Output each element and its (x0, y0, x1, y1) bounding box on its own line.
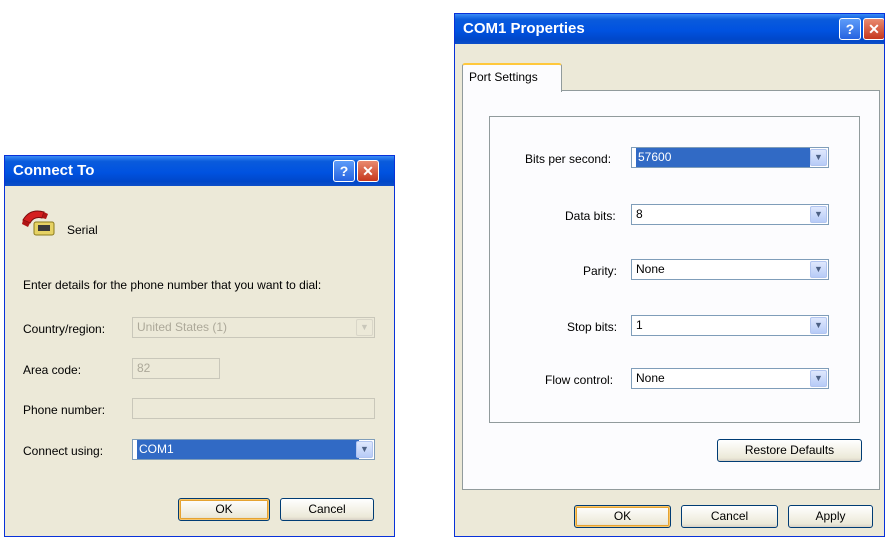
chevron-down-icon[interactable]: ▼ (810, 149, 827, 166)
connect-to-title-bar[interactable]: Connect To ? ✕ (5, 156, 394, 186)
ok-button[interactable]: OK (178, 498, 270, 521)
com1-properties-dialog: COM1 Properties ? ✕ Port Settings Bits p… (454, 13, 885, 537)
country-select[interactable]: United States (1) ▼ (132, 317, 375, 338)
bits-per-second-value: 57600 (636, 148, 810, 167)
bits-per-second-select[interactable]: 57600 ▼ (631, 147, 829, 168)
cancel-button[interactable]: Cancel (280, 498, 374, 521)
chevron-down-icon[interactable]: ▼ (810, 261, 827, 278)
dialog-title: COM1 Properties (463, 20, 585, 37)
parity-label: Parity: (583, 264, 618, 278)
bits-per-second-label: Bits per second: (525, 152, 612, 166)
close-button[interactable]: ✕ (357, 160, 379, 182)
connection-name: Serial (67, 223, 98, 237)
chevron-down-icon[interactable]: ▼ (810, 206, 827, 223)
ok-button[interactable]: OK (574, 505, 671, 528)
instructions-text: Enter details for the phone number that … (23, 278, 322, 292)
restore-defaults-button[interactable]: Restore Defaults (717, 439, 862, 462)
help-button[interactable]: ? (333, 160, 355, 182)
flow-control-label: Flow control: (545, 373, 614, 387)
connect-using-value: COM1 (137, 440, 359, 459)
properties-title-bar[interactable]: COM1 Properties ? ✕ (455, 14, 884, 44)
data-bits-label: Data bits: (565, 209, 616, 223)
area-code-label: Area code: (23, 363, 82, 377)
chevron-down-icon[interactable]: ▼ (356, 441, 373, 458)
flow-control-select[interactable]: None ▼ (631, 368, 829, 389)
tab-label: Port Settings (469, 70, 538, 84)
flow-control-value: None (636, 371, 665, 385)
chevron-down-icon[interactable]: ▼ (810, 317, 827, 334)
apply-button[interactable]: Apply (788, 505, 873, 528)
connect-using-select[interactable]: COM1 ▼ (132, 439, 375, 460)
phone-number-label: Phone number: (23, 403, 106, 417)
chevron-down-icon[interactable]: ▼ (810, 370, 827, 387)
telephone-icon (20, 206, 60, 242)
dialog-title: Connect To (13, 162, 95, 179)
tab-port-settings[interactable]: Port Settings (462, 63, 562, 92)
data-bits-value: 8 (636, 207, 643, 221)
cancel-button[interactable]: Cancel (681, 505, 778, 528)
area-code-value: 82 (137, 361, 151, 375)
parity-select[interactable]: None ▼ (631, 259, 829, 280)
help-button[interactable]: ? (839, 18, 861, 40)
country-value: United States (1) (137, 320, 228, 334)
country-label: Country/region: (23, 322, 106, 336)
close-button[interactable]: ✕ (863, 18, 884, 40)
stop-bits-select[interactable]: 1 ▼ (631, 315, 829, 336)
connect-to-dialog: Connect To ? ✕ Serial Enter details for … (4, 155, 395, 537)
phone-number-field[interactable] (132, 398, 375, 419)
connect-using-label: Connect using: (23, 444, 104, 458)
area-code-field[interactable]: 82 (132, 358, 220, 379)
stop-bits-label: Stop bits: (567, 320, 618, 334)
data-bits-select[interactable]: 8 ▼ (631, 204, 829, 225)
chevron-down-icon[interactable]: ▼ (356, 319, 373, 336)
stop-bits-value: 1 (636, 318, 643, 332)
parity-value: None (636, 262, 665, 276)
